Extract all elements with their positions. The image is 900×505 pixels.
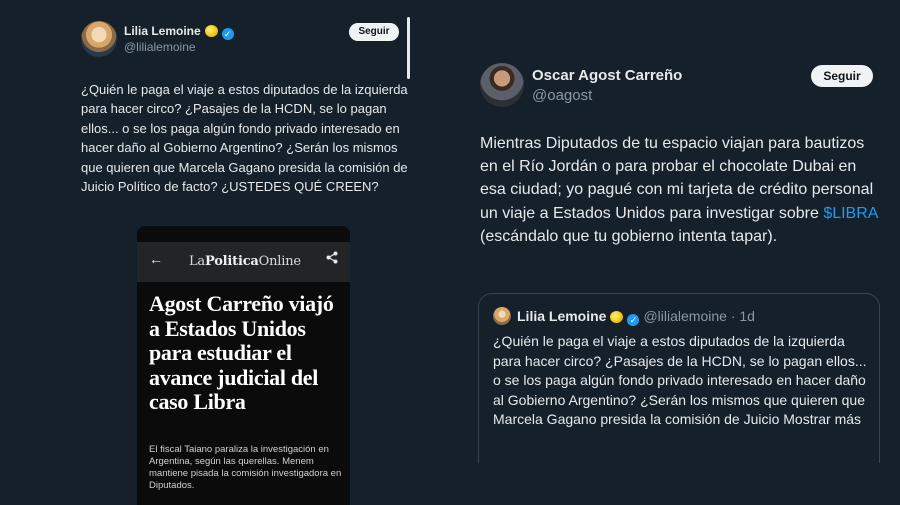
cashtag-link[interactable]: $LIBRA	[823, 205, 877, 222]
verified-badge-icon: ✓	[221, 28, 234, 40]
author-handle[interactable]: @lilialemoine	[124, 40, 196, 54]
tweet-media-image[interactable]: ← LaPoliticaOnline Agost Carreño viajó a…	[137, 226, 350, 505]
news-app-header: ← LaPoliticaOnline	[137, 242, 350, 282]
author-name-text[interactable]: Lilia Lemoine	[124, 24, 201, 38]
quoted-tweet-text: ¿Quién le paga el viaje a estos diputado…	[493, 332, 873, 430]
quoted-tweet[interactable]: Lilia Lemoine ✓ @lilialemoine · 1d ¿Quién …	[478, 293, 880, 463]
author-name[interactable]: Oscar Agost Carreño	[532, 67, 682, 84]
show-more-link[interactable]: Mostrar más	[783, 411, 861, 427]
lemon-emoji-icon	[204, 25, 218, 37]
author-handle[interactable]: @oagost	[532, 87, 592, 104]
tweet-text-part: (escándalo que tu gobierno intenta tapar…	[480, 227, 778, 245]
quoted-author-name[interactable]: Lilia Lemoine	[517, 308, 606, 324]
quoted-tweet-header: Lilia Lemoine ✓ @lilialemoine · 1d	[517, 308, 755, 326]
verified-badge-icon: ✓	[627, 314, 640, 326]
news-summary: El fiscal Taiano paraliza la investigaci…	[149, 444, 342, 491]
brand-part2: Politica	[204, 254, 259, 269]
author-name[interactable]: Lilia Lemoine ✓	[124, 24, 234, 40]
brand-part3: Online	[258, 254, 301, 269]
scrollbar[interactable]	[407, 17, 410, 79]
quoted-meta: @lilialemoine · 1d	[643, 308, 755, 324]
avatar[interactable]	[493, 307, 511, 325]
follow-button[interactable]: Seguir	[811, 65, 873, 87]
back-arrow-icon: ←	[149, 251, 163, 267]
brand-part1: La	[189, 254, 205, 269]
left-tweet: Lilia Lemoine ✓ @lilialemoine Seguir ¿Qui…	[0, 0, 430, 505]
news-brand-logo: LaPoliticaOnline	[189, 254, 301, 269]
avatar[interactable]	[480, 63, 524, 107]
share-icon	[326, 251, 338, 267]
news-headline: Agost Carreño viajó a Estados Unidos par…	[149, 291, 334, 414]
tweet-text: ¿Quién le paga el viaje a estos diputado…	[81, 82, 408, 195]
avatar[interactable]	[81, 21, 117, 57]
tweet-text-part: Mientras Diputados de tu espacio viajan …	[480, 135, 874, 222]
right-tweet: Oscar Agost Carreño @oagost Seguir Mient…	[430, 0, 900, 505]
lemon-emoji-icon	[610, 311, 624, 323]
tweet-text: Mientras Diputados de tu espacio viajan …	[480, 132, 880, 248]
follow-button[interactable]: Seguir	[349, 23, 399, 41]
